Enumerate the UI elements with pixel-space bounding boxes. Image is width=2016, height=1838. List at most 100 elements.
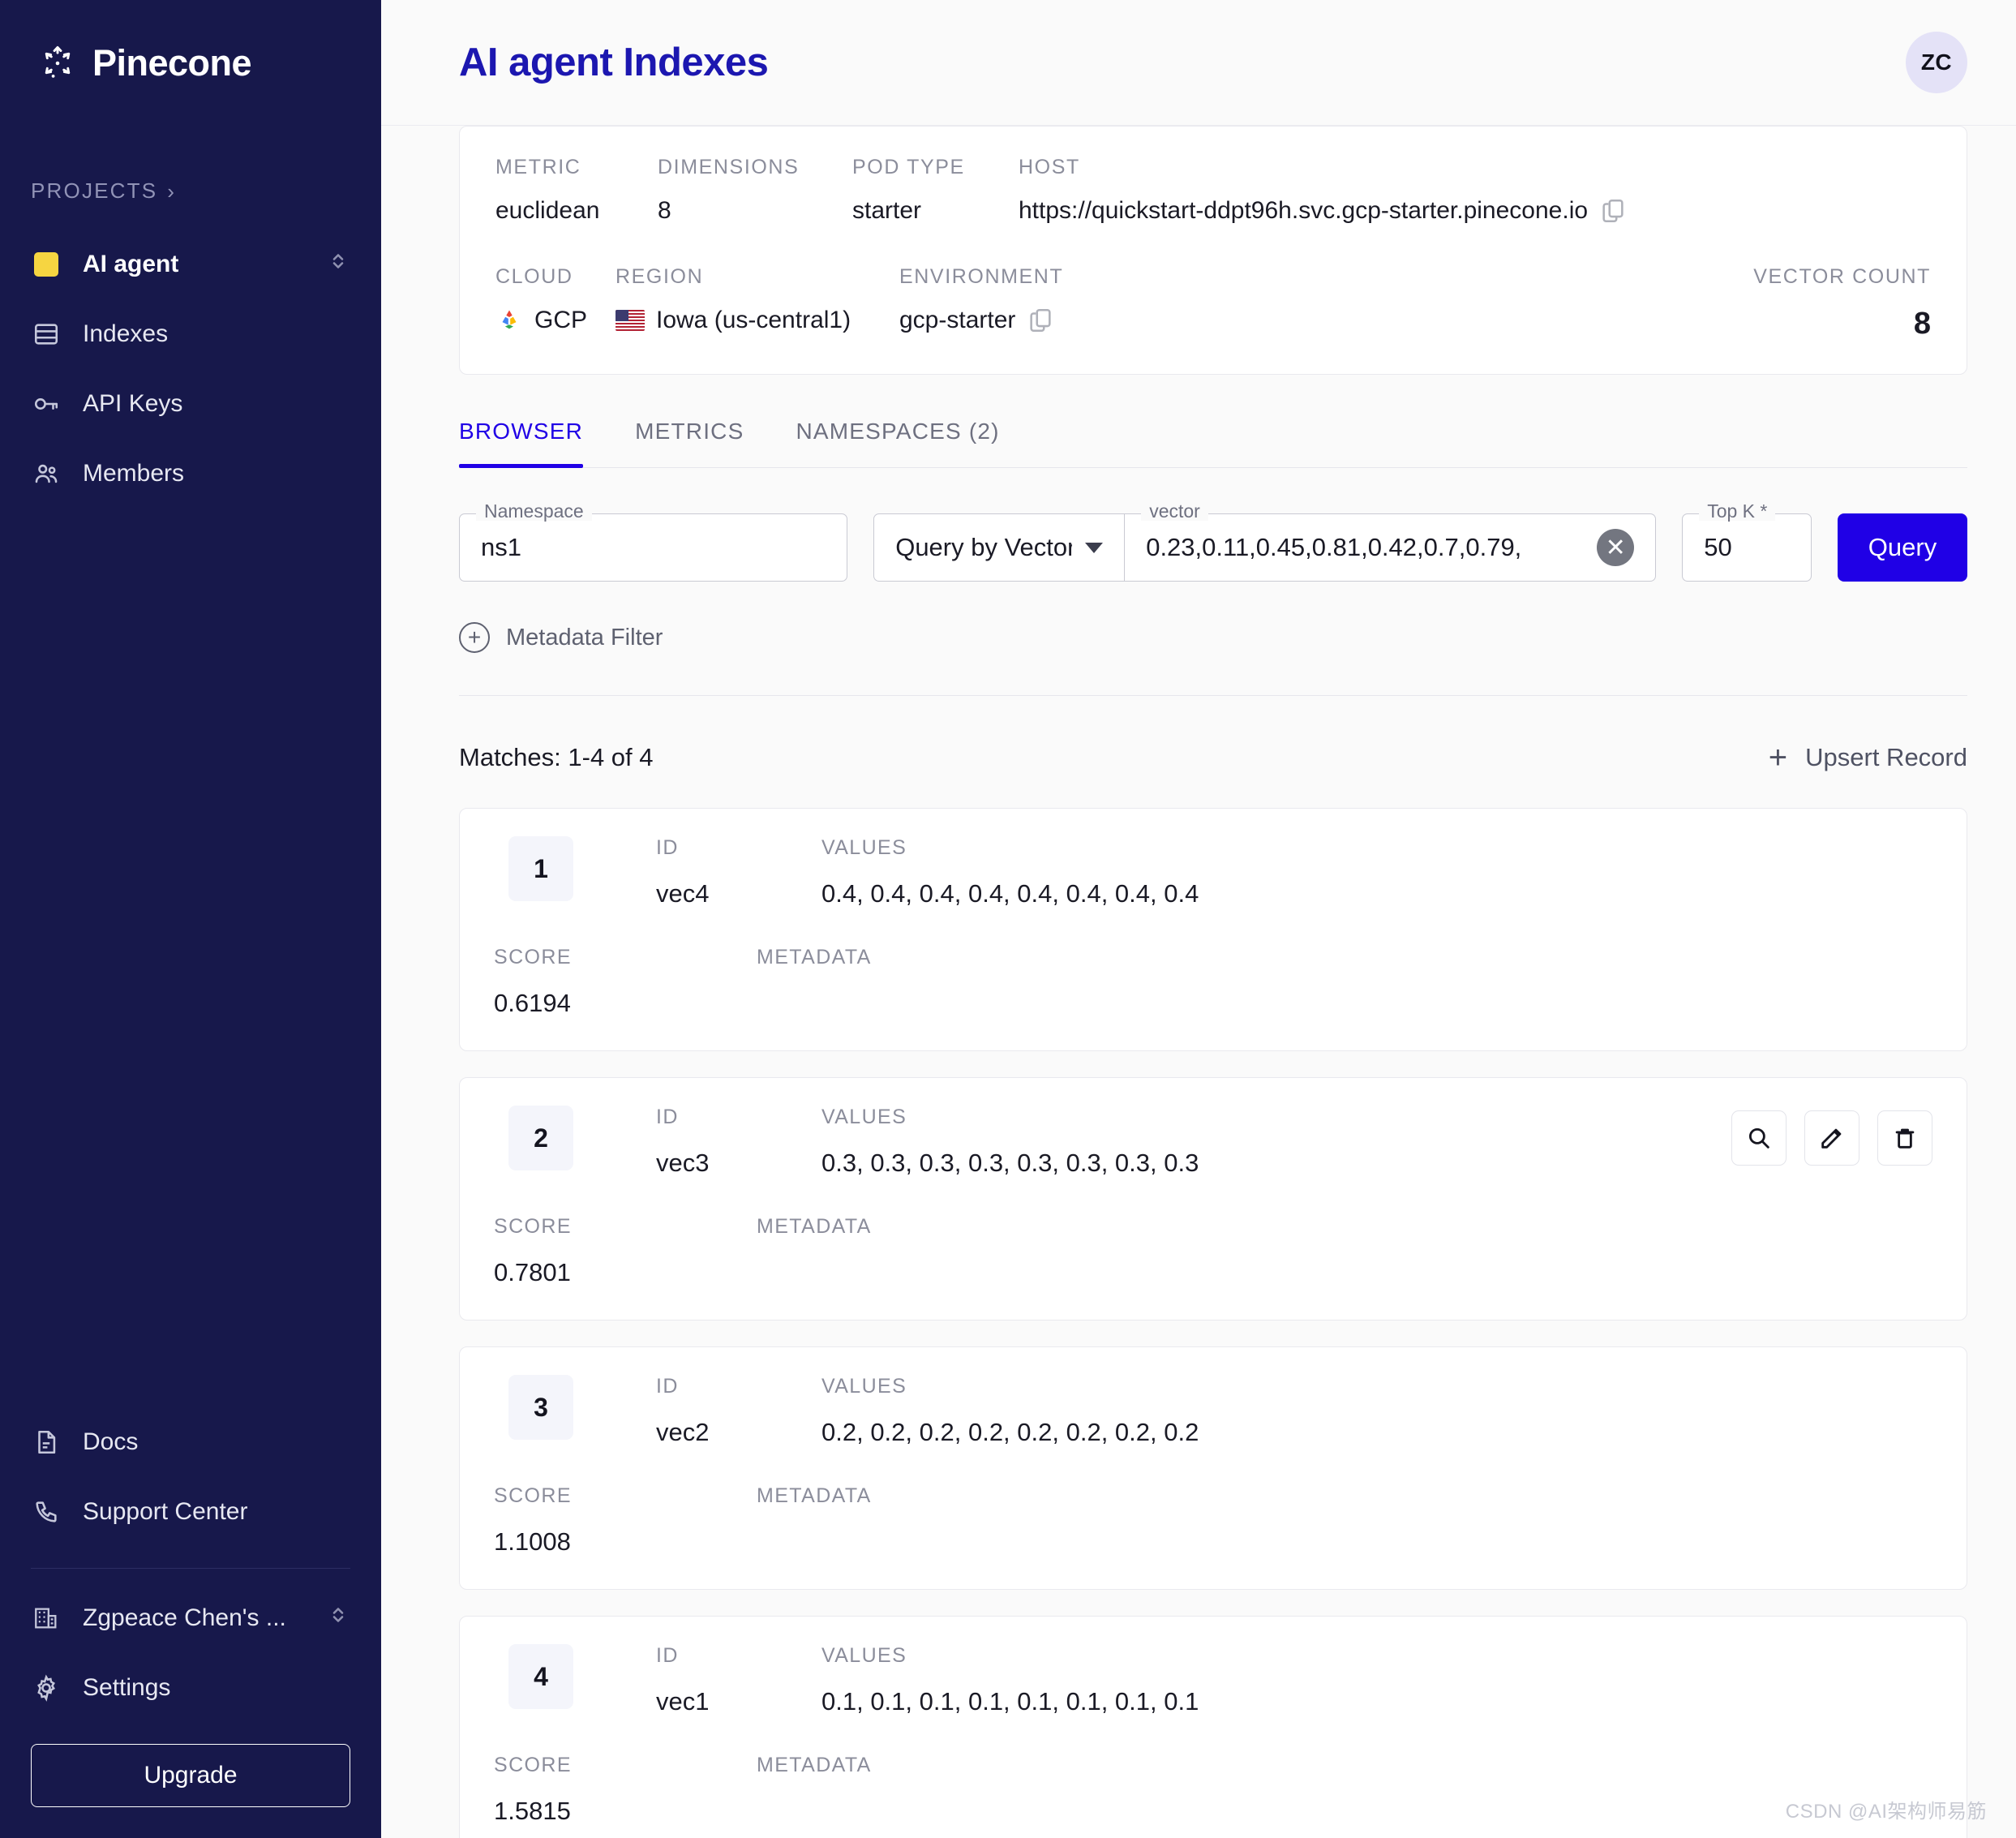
result-id-value: vec2 <box>656 1418 710 1446</box>
index-region-value: Iowa (us-central1) <box>656 307 851 333</box>
clear-vector-icon[interactable]: ✕ <box>1597 529 1635 566</box>
copy-host-icon[interactable] <box>1599 197 1627 225</box>
project-name-label: AI agent <box>83 251 179 277</box>
upgrade-button[interactable]: Upgrade <box>31 1744 350 1807</box>
key-icon <box>31 390 62 418</box>
result-card-top: 2 ID vec3 VALUES 0.3, 0.3, 0.3, 0.3, 0.3… <box>494 1106 1932 1178</box>
index-pod-type: POD TYPE starter <box>852 156 1019 225</box>
plus-icon: + <box>1768 740 1788 775</box>
vector-value: 0.23,0.11,0.45,0.81,0.42,0.7,0.79, <box>1146 533 1522 561</box>
result-score-column: SCORE 1.1008 <box>494 1484 641 1557</box>
results-header: Matches: 1-4 of 4 + Upsert Record <box>459 741 1967 774</box>
index-vector-count-label: VECTOR COUNT <box>1753 265 1931 288</box>
sidebar-item-label: Members <box>83 460 185 487</box>
search-icon[interactable] <box>1731 1110 1787 1166</box>
result-card[interactable]: 2 ID vec3 VALUES 0.3, 0.3, 0.3, 0.3, 0.3… <box>459 1077 1967 1321</box>
tab-bar: BROWSER METRICS NAMESPACES (2) <box>459 419 1967 468</box>
index-metric-value: euclidean <box>495 197 600 224</box>
sidebar-item-indexes[interactable]: Indexes <box>0 299 381 369</box>
result-score-label: SCORE <box>494 1484 572 1507</box>
sidebar-item-docs[interactable]: Docs <box>0 1407 381 1477</box>
top-k-input[interactable]: Top K * 50 <box>1682 502 1812 582</box>
index-environment-value-wrap: gcp-starter <box>899 307 1753 334</box>
index-host-value: https://quickstart-ddpt96h.svc.gcp-start… <box>1019 197 1589 224</box>
result-id-column: ID vec2 <box>656 1375 821 1447</box>
projects-header[interactable]: PROJECTS › <box>0 178 381 204</box>
sidebar-item-api-keys[interactable]: API Keys <box>0 369 381 439</box>
result-card-top: 1 ID vec4 VALUES 0.4, 0.4, 0.4, 0.4, 0.4… <box>494 836 1932 908</box>
sidebar-item-label: Indexes <box>83 320 169 347</box>
index-dimensions-value: 8 <box>658 197 671 224</box>
index-host-label: HOST <box>1019 156 1080 178</box>
result-values-column: VALUES 0.2, 0.2, 0.2, 0.2, 0.2, 0.2, 0.2… <box>821 1375 1932 1447</box>
query-type-select[interactable]: Query by Vector <box>873 513 1126 582</box>
namespace-value: ns1 <box>481 533 521 561</box>
result-id-label: ID <box>656 1375 679 1398</box>
sidebar-item-label: Support Center <box>83 1498 248 1525</box>
result-card[interactable]: 3 ID vec2 VALUES 0.2, 0.2, 0.2, 0.2, 0.2… <box>459 1346 1967 1590</box>
result-rank-badge: 4 <box>508 1644 573 1709</box>
trash-icon[interactable] <box>1877 1110 1932 1166</box>
result-id-column: ID vec4 <box>656 836 821 908</box>
chevron-updown-icon <box>326 249 350 280</box>
result-card-top: 3 ID vec2 VALUES 0.2, 0.2, 0.2, 0.2, 0.2… <box>494 1375 1932 1447</box>
result-card-bottom: SCORE 0.6194 METADATA <box>494 946 1932 1018</box>
metadata-filter-label: Metadata Filter <box>506 624 663 651</box>
namespace-input[interactable]: Namespace ns1 <box>459 502 848 582</box>
sidebar-item-label: Settings <box>83 1674 171 1701</box>
pinecone-logo-icon <box>37 43 78 84</box>
document-icon <box>31 1428 62 1456</box>
query-input-group: Query by Vector vector 0.23,0.11,0.45,0.… <box>873 502 1657 582</box>
result-card-bottom: SCORE 0.7801 METADATA <box>494 1215 1932 1287</box>
upsert-record-button[interactable]: + Upsert Record <box>1769 741 1967 774</box>
results-list: 1 ID vec4 VALUES 0.4, 0.4, 0.4, 0.4, 0.4… <box>459 808 1967 1838</box>
result-id-column: ID vec3 <box>656 1106 821 1178</box>
index-environment-label: ENVIRONMENT <box>899 265 1064 288</box>
query-button[interactable]: Query <box>1838 513 1967 582</box>
upsert-record-label: Upsert Record <box>1805 743 1967 771</box>
index-pod-type-value: starter <box>852 197 922 224</box>
metadata-filter-toggle[interactable]: + Metadata Filter <box>459 622 1967 653</box>
result-row-actions <box>1731 1110 1932 1166</box>
sidebar-divider <box>31 1568 350 1569</box>
sidebar-item-settings[interactable]: Settings <box>0 1653 381 1723</box>
result-metadata-column: METADATA <box>757 1215 872 1258</box>
sidebar-item-label: Docs <box>83 1428 139 1455</box>
result-values-label: VALUES <box>821 1644 907 1667</box>
app-root: Pinecone PROJECTS › AI agent Indexes API… <box>0 0 2016 1838</box>
result-card[interactable]: 4 ID vec1 VALUES 0.1, 0.1, 0.1, 0.1, 0.1… <box>459 1616 1967 1838</box>
result-metadata-column: METADATA <box>757 1754 872 1797</box>
result-score-label: SCORE <box>494 1215 572 1238</box>
result-rank-badge: 3 <box>508 1375 573 1440</box>
main-content: AI agent Indexes ZC METRIC euclidean DIM… <box>381 0 2016 1838</box>
organization-name-label: Zgpeace Chen's ... <box>83 1604 286 1631</box>
index-vector-count: VECTOR COUNT 8 <box>1753 265 1931 341</box>
result-values-column: VALUES 0.1, 0.1, 0.1, 0.1, 0.1, 0.1, 0.1… <box>821 1644 1932 1716</box>
sidebar-item-members[interactable]: Members <box>0 439 381 509</box>
sidebar-item-organization[interactable]: Zgpeace Chen's ... <box>0 1583 381 1653</box>
index-cloud-value: GCP <box>534 307 588 333</box>
index-environment: ENVIRONMENT gcp-starter <box>899 265 1753 334</box>
result-score-column: SCORE 1.5815 <box>494 1754 641 1826</box>
result-id-value: vec1 <box>656 1687 710 1716</box>
vector-input[interactable]: vector 0.23,0.11,0.45,0.81,0.42,0.7,0.79… <box>1125 502 1657 582</box>
chevron-down-icon <box>1085 542 1104 553</box>
tab-browser[interactable]: BROWSER <box>459 419 609 468</box>
building-icon <box>31 1604 62 1632</box>
sidebar-item-project-ai-agent[interactable]: AI agent <box>0 230 381 299</box>
result-card-bottom: SCORE 1.1008 METADATA <box>494 1484 1932 1557</box>
sidebar-item-support-center[interactable]: Support Center <box>0 1477 381 1547</box>
index-region: REGION Iowa (us-central1) <box>616 265 899 334</box>
tab-namespaces[interactable]: NAMESPACES (2) <box>770 419 1025 467</box>
index-cloud-label: CLOUD <box>495 265 573 288</box>
index-pod-type-label: POD TYPE <box>852 156 965 178</box>
copy-environment-icon[interactable] <box>1027 307 1054 334</box>
brand-logo[interactable]: Pinecone <box>0 0 381 84</box>
result-card[interactable]: 1 ID vec4 VALUES 0.4, 0.4, 0.4, 0.4, 0.4… <box>459 808 1967 1051</box>
tab-metrics[interactable]: METRICS <box>609 419 770 467</box>
avatar[interactable]: ZC <box>1906 32 1967 93</box>
result-id-value: vec3 <box>656 1149 710 1177</box>
index-region-value-wrap: Iowa (us-central1) <box>616 307 899 334</box>
result-metadata-label: METADATA <box>757 1215 872 1238</box>
pencil-icon[interactable] <box>1804 1110 1859 1166</box>
